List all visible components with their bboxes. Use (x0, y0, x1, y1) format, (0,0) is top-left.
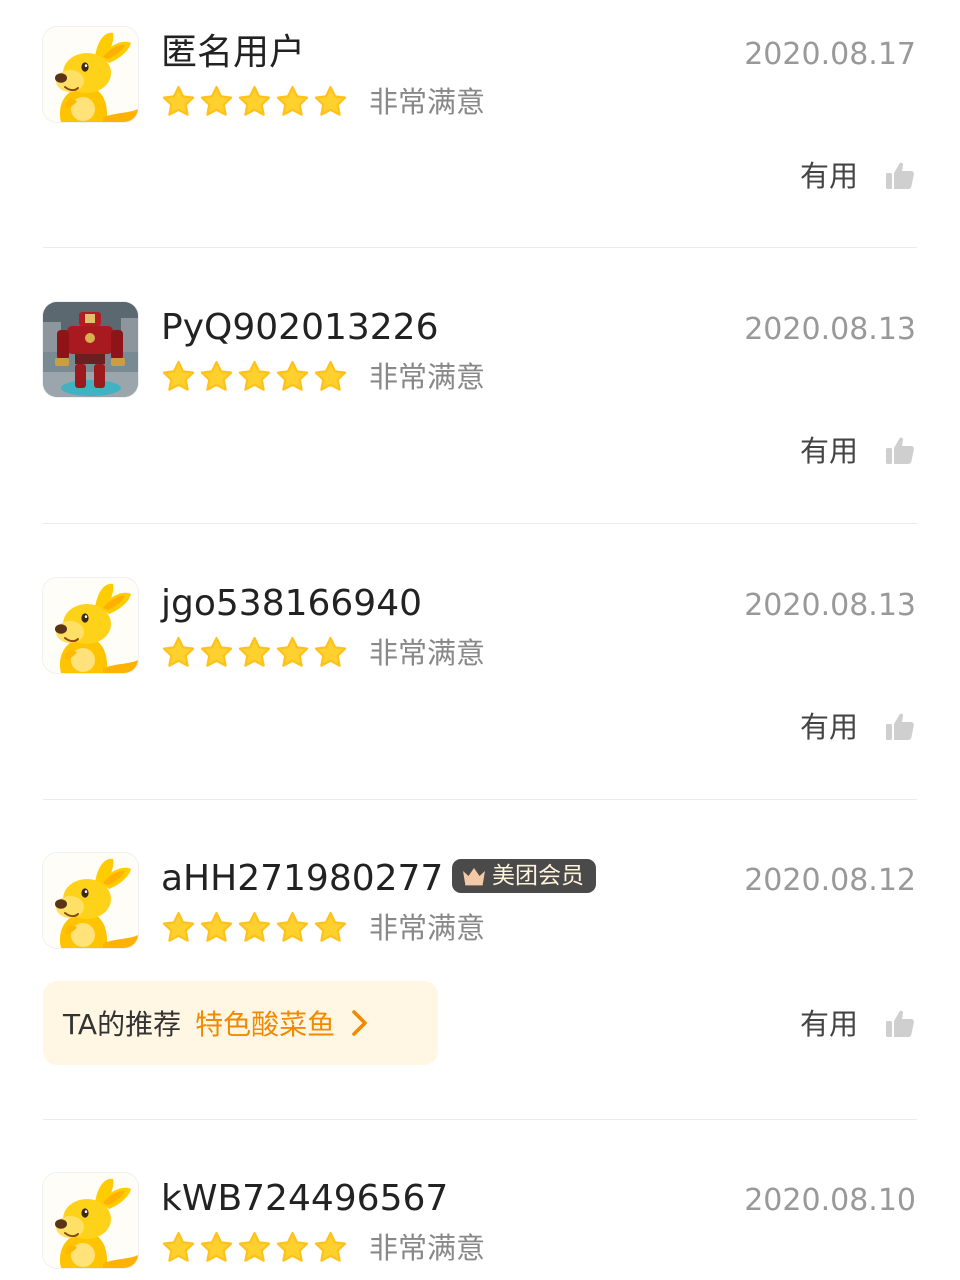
star-icon (313, 84, 348, 119)
helpful-label: 有用 (799, 710, 858, 744)
username[interactable]: PyQ902013226 (161, 303, 439, 353)
star-icon (275, 635, 310, 670)
star-icon (161, 910, 196, 945)
review-item: PyQ902013226 2020.08.13 非常满意 有用 (0, 275, 960, 523)
star-icon (313, 1230, 348, 1265)
crown-icon (460, 865, 488, 887)
avatar[interactable] (43, 853, 138, 948)
star-icon (199, 635, 234, 670)
rating-text: 非常满意 (369, 1231, 486, 1265)
star-icon (275, 84, 310, 119)
helpful-button[interactable]: 有用 (800, 707, 916, 747)
review-item: jgo538166940 2020.08.13 非常满意 有用 (0, 551, 960, 799)
star-icon (199, 359, 234, 394)
thumbs-up-icon[interactable] (884, 1008, 916, 1040)
helpful-label: 有用 (799, 1007, 858, 1041)
star-rating (161, 359, 348, 395)
star-icon (237, 910, 272, 945)
review-item: 匿名用户 2020.08.17 非常满意 有用 (0, 0, 960, 248)
recommend-label: TA的推荐 (63, 1008, 182, 1041)
star-icon (313, 910, 348, 945)
helpful-label: 有用 (799, 159, 858, 193)
star-icon (313, 635, 348, 670)
username[interactable]: jgo538166940 (161, 579, 422, 629)
divider (43, 247, 917, 248)
star-icon (313, 359, 348, 394)
star-icon (199, 84, 234, 119)
review-date: 2020.08.17 (744, 37, 916, 72)
chevron-right-icon (349, 1008, 371, 1038)
divider (43, 1119, 917, 1120)
star-icon (161, 359, 196, 394)
star-icon (275, 910, 310, 945)
review-date: 2020.08.13 (744, 588, 916, 623)
rating-text: 非常满意 (369, 360, 486, 394)
star-icon (199, 910, 234, 945)
rating-text: 非常满意 (369, 911, 486, 945)
avatar[interactable] (43, 578, 138, 673)
avatar[interactable] (43, 1173, 138, 1268)
username[interactable]: 匿名用户 (161, 28, 305, 78)
star-icon (275, 1230, 310, 1265)
star-icon (237, 359, 272, 394)
username[interactable]: kWB724496567 (161, 1174, 448, 1224)
divider (43, 799, 917, 800)
helpful-label: 有用 (799, 434, 858, 468)
star-rating (161, 1230, 348, 1266)
star-icon (161, 635, 196, 670)
thumbs-up-icon[interactable] (884, 435, 916, 467)
kangaroo-mascot-icon (43, 1173, 138, 1268)
member-badge: 美团会员 (452, 859, 596, 893)
star-rating (161, 84, 348, 120)
robot-photo (43, 302, 138, 397)
review-date: 2020.08.12 (744, 863, 916, 898)
star-icon (199, 1230, 234, 1265)
username[interactable]: aHH271980277 (161, 854, 443, 904)
review-date: 2020.08.10 (744, 1183, 916, 1218)
review-item: aHH271980277 美团会员 2020.08.12 非常满意 TA的推荐 … (0, 826, 960, 1120)
avatar[interactable] (43, 27, 138, 122)
helpful-button[interactable]: 有用 (800, 156, 916, 196)
helpful-button[interactable]: 有用 (800, 431, 916, 471)
avatar[interactable] (43, 302, 138, 397)
member-badge-label: 美团会员 (492, 863, 584, 889)
recommend-dish: 特色酸菜鱼 (195, 1008, 336, 1041)
review-item: kWB724496567 2020.08.10 非常满意 (0, 1146, 960, 1280)
star-rating (161, 635, 348, 671)
thumbs-up-icon[interactable] (884, 711, 916, 743)
kangaroo-mascot-icon (43, 853, 138, 948)
divider (43, 523, 917, 524)
star-icon (237, 635, 272, 670)
thumbs-up-icon[interactable] (884, 160, 916, 192)
kangaroo-mascot-icon (43, 27, 138, 122)
kangaroo-mascot-icon (43, 578, 138, 673)
review-date: 2020.08.13 (744, 312, 916, 347)
star-icon (161, 1230, 196, 1265)
helpful-button[interactable]: 有用 (800, 1004, 916, 1044)
star-icon (161, 84, 196, 119)
rating-text: 非常满意 (369, 636, 486, 670)
recommended-dish-link[interactable]: TA的推荐 特色酸菜鱼 (43, 981, 438, 1065)
rating-text: 非常满意 (369, 85, 486, 119)
star-icon (275, 359, 310, 394)
star-icon (237, 84, 272, 119)
star-icon (237, 1230, 272, 1265)
star-rating (161, 910, 348, 946)
